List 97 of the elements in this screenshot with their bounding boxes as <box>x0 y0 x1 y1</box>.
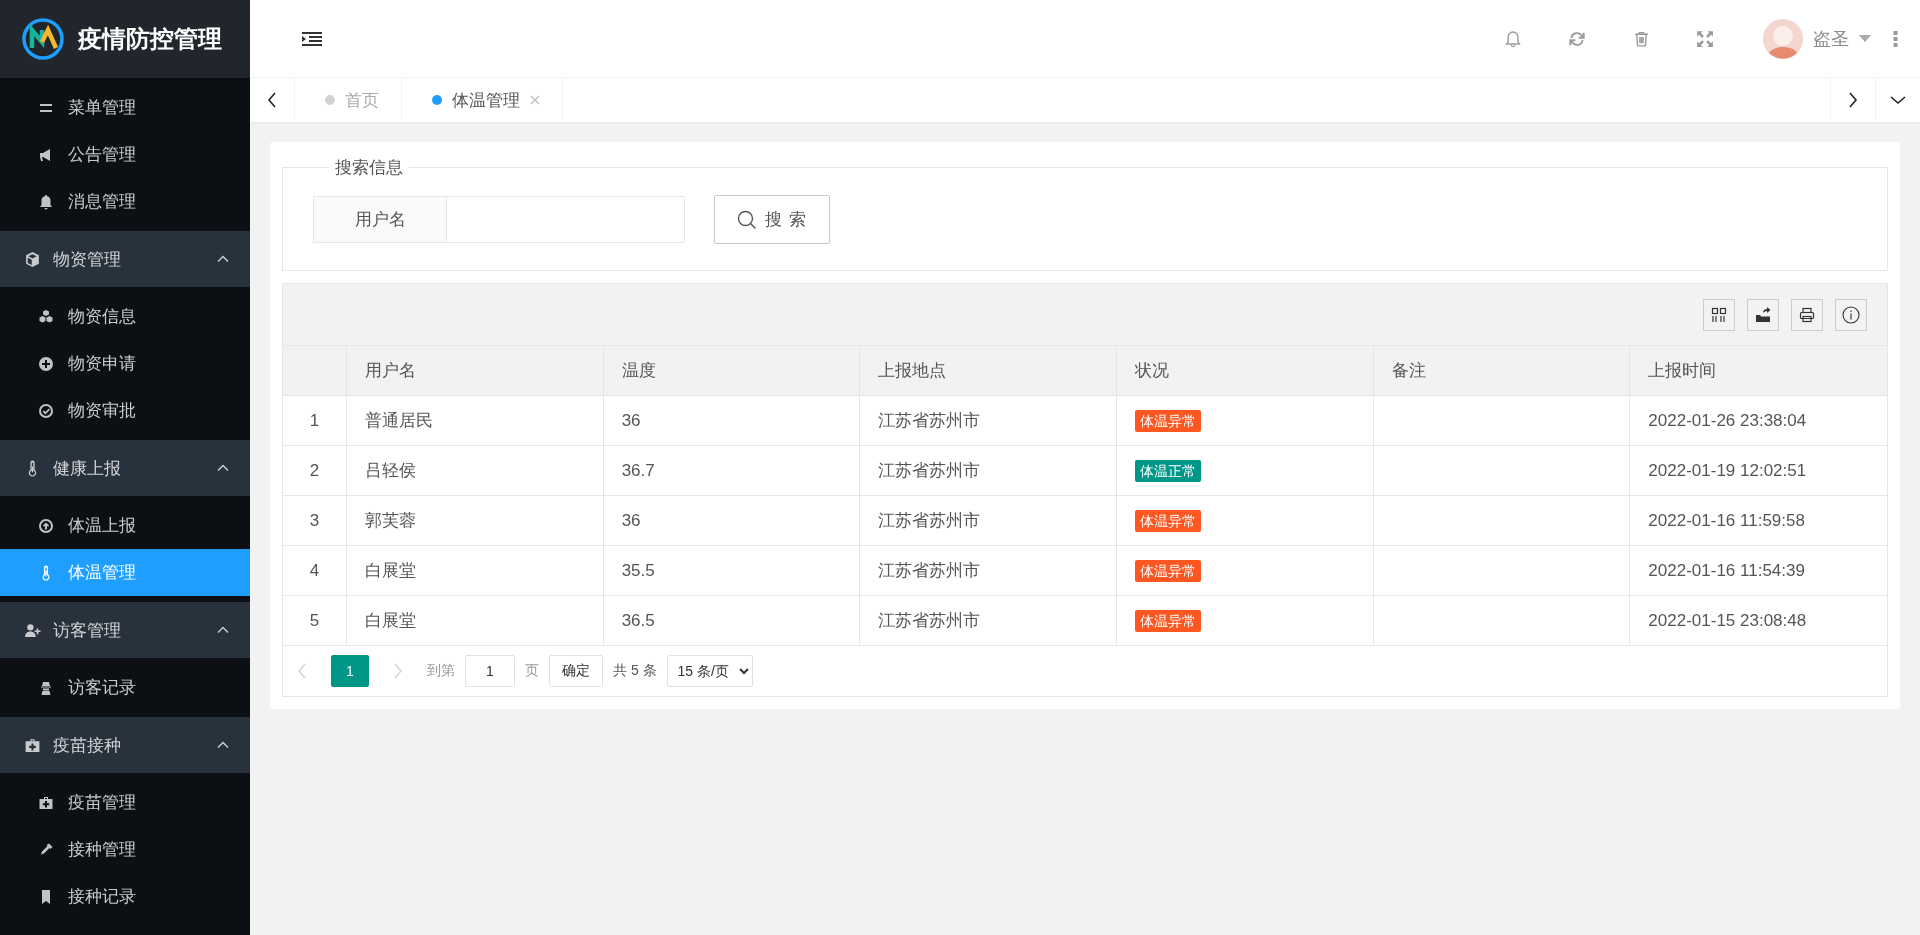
menu-item[interactable]: 物资申请 <box>0 340 250 387</box>
export-icon <box>1755 306 1771 323</box>
table-cell: 2022-01-16 11:54:39 <box>1648 560 1805 581</box>
table-cell: 4 <box>309 560 320 581</box>
menu-item[interactable]: 消息管理 <box>0 178 250 225</box>
field-label: 用户名 <box>313 196 447 243</box>
page-size-select[interactable]: 15 条/页 <box>666 655 753 687</box>
columns-button[interactable] <box>1703 298 1735 331</box>
previous-page-icon[interactable] <box>297 663 307 679</box>
table-cell-text: 江苏省苏州市 <box>878 510 981 532</box>
status-tag: 体温异常 <box>1135 409 1201 432</box>
user-plus-icon <box>24 621 41 639</box>
table-cell-text: 白展堂 <box>365 610 416 632</box>
table-cell-text: 江苏省苏州市 <box>878 610 981 632</box>
export-button[interactable] <box>1747 298 1779 331</box>
search-button[interactable]: 搜 索 <box>714 195 830 244</box>
dot-icon <box>432 95 442 105</box>
search-icon <box>737 209 757 230</box>
app-title: 疫情防控管理 <box>78 24 222 54</box>
close-icon[interactable] <box>530 95 540 105</box>
table-cell: 2 <box>309 460 320 481</box>
column-header: 用户名 <box>365 360 416 382</box>
medkit-icon <box>38 794 54 811</box>
menu-icon[interactable] <box>302 29 322 48</box>
table-cell: 2022-01-16 11:59:58 <box>1648 510 1805 531</box>
column-header: 状况 <box>1135 360 1169 382</box>
menu-item[interactable]: 物资信息 <box>0 293 250 340</box>
status-tag: 体温异常 <box>1135 509 1201 532</box>
page-button[interactable]: 1 <box>331 655 369 687</box>
page-unit: 页 <box>525 662 539 680</box>
page-tab[interactable]: 体温管理 <box>402 78 563 122</box>
column-header: 上报地点 <box>878 360 947 382</box>
total-count: 共 5 条 <box>613 662 657 680</box>
caret-down-icon[interactable] <box>1859 34 1871 43</box>
column-header: 温度 <box>621 360 656 382</box>
chevron-right-icon[interactable] <box>1848 92 1858 108</box>
table-cell-text: 普通居民 <box>365 410 433 432</box>
menu-group-header[interactable]: 疫苗接种 <box>0 717 250 773</box>
page-input[interactable]: 1 <box>465 655 515 687</box>
logo-icon <box>20 16 66 62</box>
table-cell: 36 <box>621 510 641 531</box>
table-cell-text: 江苏省苏州市 <box>878 460 981 482</box>
menu-group-header[interactable]: 健康上报 <box>0 440 250 496</box>
fullscreen-icon[interactable] <box>1696 29 1714 48</box>
table-cell-text: 白展堂 <box>365 560 416 582</box>
menu-item[interactable]: 接种管理 <box>0 826 250 873</box>
table-cell: 36 <box>621 410 641 431</box>
table-cell: 1 <box>309 410 320 431</box>
menu-item[interactable]: 访客记录 <box>0 664 250 711</box>
table-cell-text: 江苏省苏州市 <box>878 410 981 432</box>
goto-label: 到第 <box>427 662 455 680</box>
cube-icon <box>24 250 41 268</box>
more-icon[interactable] <box>1893 30 1898 47</box>
medkit-icon <box>24 736 41 754</box>
table-cell: 36.5 <box>621 610 655 631</box>
table-cell: 2022-01-19 12:02:51 <box>1648 460 1807 481</box>
table-cell: 36.7 <box>621 460 655 481</box>
user-name[interactable]: 盗圣 <box>1813 26 1849 51</box>
menu-item[interactable]: 公告管理 <box>0 131 250 178</box>
chevron-down-icon[interactable] <box>1890 95 1906 105</box>
bell-icon[interactable] <box>1504 29 1522 48</box>
avatar[interactable] <box>1763 18 1803 59</box>
menu-item[interactable]: 接种记录 <box>0 873 250 920</box>
cubes-icon <box>38 308 54 325</box>
info-icon <box>1842 305 1860 324</box>
table-cell: 5 <box>309 610 320 631</box>
printer-icon <box>1799 306 1815 323</box>
username-field[interactable] <box>447 196 685 243</box>
menu-item[interactable]: 体温上报 <box>0 502 250 549</box>
status-tag: 体温异常 <box>1135 559 1201 582</box>
status-tag: 体温异常 <box>1135 609 1201 632</box>
menu-item[interactable]: 菜单管理 <box>0 84 250 131</box>
table-cell: 2022-01-15 23:08:48 <box>1648 610 1807 631</box>
next-page-icon[interactable] <box>393 663 403 679</box>
menu-group-header[interactable]: 访客管理 <box>0 602 250 658</box>
table-cell: 2022-01-26 23:38:04 <box>1648 410 1807 431</box>
columns-icon <box>1711 306 1727 323</box>
bell-icon <box>38 193 54 210</box>
dot-icon <box>325 95 335 105</box>
fieldset-legend: 搜索信息 <box>329 156 409 179</box>
table-cell: 3 <box>309 510 320 531</box>
status-tag: 体温正常 <box>1135 459 1201 482</box>
column-header: 备注 <box>1391 360 1426 382</box>
table-cell-text: 江苏省苏州市 <box>878 560 981 582</box>
refresh-icon[interactable] <box>1568 29 1586 48</box>
chevron-left-icon[interactable] <box>267 92 277 108</box>
print-button[interactable] <box>1791 298 1823 331</box>
menu-item[interactable]: 疫苗管理 <box>0 779 250 826</box>
column-header: 上报时间 <box>1648 360 1717 382</box>
menu-group-header[interactable]: 物资管理 <box>0 231 250 287</box>
menu-item[interactable]: 物资审批 <box>0 387 250 434</box>
trash-icon[interactable] <box>1632 29 1650 48</box>
confirm-button[interactable]: 确定 <box>549 655 603 687</box>
table-cell-text: 吕轻侯 <box>365 460 416 482</box>
table-cell-text: 郭芙蓉 <box>365 510 416 532</box>
table-cell: 35.5 <box>621 560 655 581</box>
info-button[interactable] <box>1835 298 1867 331</box>
